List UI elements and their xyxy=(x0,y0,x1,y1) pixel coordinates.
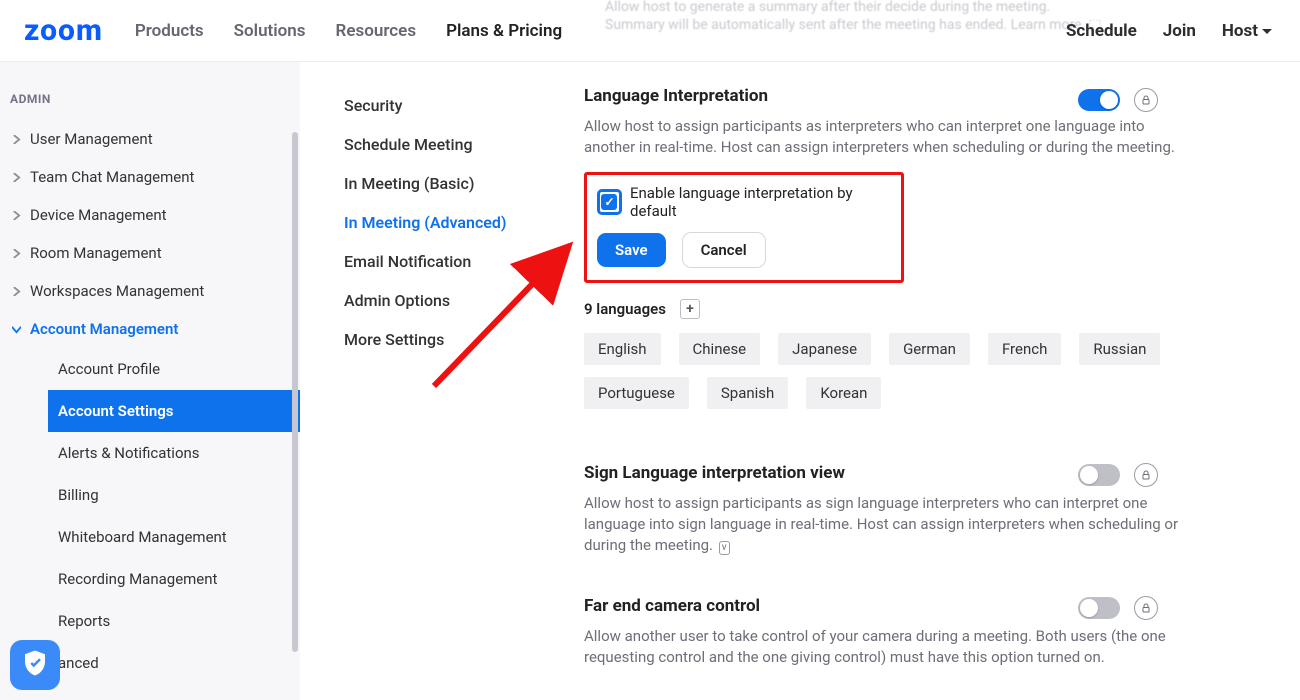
nav-products[interactable]: Products xyxy=(135,21,204,41)
sidebar-item-label: Room Management xyxy=(30,244,162,262)
sidebar-item-label: User Management xyxy=(30,130,153,148)
chevron-down-icon xyxy=(10,325,22,334)
subnav-billing[interactable]: Billing xyxy=(48,474,300,516)
tab-email-notification[interactable]: Email Notification xyxy=(344,242,584,281)
lock-icon[interactable] xyxy=(1134,88,1158,112)
admin-sidebar: ADMIN User Management Team Chat Manageme… xyxy=(0,62,300,700)
privacy-shield-badge[interactable] xyxy=(10,640,60,690)
top-navbar: Allow host to generate a summary after t… xyxy=(0,0,1300,62)
lock-icon[interactable] xyxy=(1134,596,1158,620)
chevron-right-icon xyxy=(10,211,22,220)
languages-count-label: 9 languages xyxy=(584,300,666,318)
subnav-recording-management[interactable]: Recording Management xyxy=(48,558,300,600)
setting-far-end-camera-control: Far end camera control Allow another use… xyxy=(584,596,1190,668)
subnav-alerts-notifications[interactable]: Alerts & Notifications xyxy=(48,432,300,474)
nav-plans-pricing[interactable]: Plans & Pricing xyxy=(446,21,562,41)
subnav-whiteboard-management[interactable]: Whiteboard Management xyxy=(48,516,300,558)
sidebar-item-label: Workspaces Management xyxy=(30,282,204,300)
tab-in-meeting-advanced[interactable]: In Meeting (Advanced) xyxy=(344,203,584,242)
setting-description: Allow host to assign participants as int… xyxy=(584,116,1190,158)
nav-join[interactable]: Join xyxy=(1163,21,1196,41)
language-chip[interactable]: English xyxy=(584,333,661,365)
setting-description: Allow another user to take control of yo… xyxy=(584,626,1190,668)
language-chip[interactable]: Russian xyxy=(1079,333,1160,365)
zoom-logo[interactable]: zoom xyxy=(24,13,103,48)
info-badge-icon: v xyxy=(719,541,730,555)
subnav-account-settings[interactable]: Account Settings xyxy=(48,390,300,432)
sidebar-item-label: Team Chat Management xyxy=(30,168,194,186)
sidebar-item-workspaces-management[interactable]: Workspaces Management xyxy=(0,272,300,310)
tab-security[interactable]: Security xyxy=(344,86,584,125)
add-language-button[interactable]: + xyxy=(680,299,700,319)
chevron-right-icon xyxy=(10,249,22,258)
setting-sign-language-interpretation: Sign Language interpretation view Allow … xyxy=(584,463,1190,556)
nav-right: Schedule Join Host xyxy=(1066,21,1272,41)
sidebar-item-user-management[interactable]: User Management xyxy=(0,120,300,158)
sidebar-scrollbar[interactable] xyxy=(292,132,298,652)
language-chip[interactable]: French xyxy=(988,333,1061,365)
sidebar-item-device-management[interactable]: Device Management xyxy=(0,196,300,234)
tab-schedule-meeting[interactable]: Schedule Meeting xyxy=(344,125,584,164)
language-chip[interactable]: German xyxy=(889,333,970,365)
shield-check-icon xyxy=(20,648,50,682)
cancel-button[interactable]: Cancel xyxy=(682,232,766,268)
language-chip[interactable]: Japanese xyxy=(778,333,871,365)
nav-schedule[interactable]: Schedule xyxy=(1066,21,1137,41)
toggle-sign-language[interactable] xyxy=(1078,464,1120,486)
tab-in-meeting-basic[interactable]: In Meeting (Basic) xyxy=(344,164,584,203)
language-chip[interactable]: Chinese xyxy=(679,333,761,365)
settings-detail-column: Language Interpretation Allow host to as… xyxy=(584,86,1280,700)
account-management-subnav: Account Profile Account Settings Alerts … xyxy=(0,348,300,684)
setting-language-interpretation: Language Interpretation Allow host to as… xyxy=(584,86,1190,409)
nav-resources[interactable]: Resources xyxy=(336,21,417,41)
nav-host-dropdown[interactable]: Host xyxy=(1222,21,1272,41)
annotation-highlight-box: ✓ Enable language interpretation by defa… xyxy=(584,172,904,283)
language-chip[interactable]: Spanish xyxy=(707,377,788,409)
subnav-account-profile[interactable]: Account Profile xyxy=(48,348,300,390)
chevron-right-icon xyxy=(10,135,22,144)
language-chip[interactable]: Portuguese xyxy=(584,377,689,409)
tab-more-settings[interactable]: More Settings xyxy=(344,320,584,359)
language-chip-list: English Chinese Japanese German French R… xyxy=(584,333,1190,409)
nav-solutions[interactable]: Solutions xyxy=(234,21,306,41)
check-icon: ✓ xyxy=(601,194,617,210)
settings-tab-column: Security Schedule Meeting In Meeting (Ba… xyxy=(344,86,584,700)
sidebar-item-team-chat-management[interactable]: Team Chat Management xyxy=(0,158,300,196)
subnav-advanced-truncated[interactable]: anced xyxy=(48,642,300,684)
chevron-right-icon xyxy=(10,173,22,182)
checkbox-enable-default[interactable]: ✓ xyxy=(597,189,622,215)
sidebar-item-label: Device Management xyxy=(30,206,167,224)
subnav-reports[interactable]: Reports xyxy=(48,600,300,642)
checkbox-label: Enable language interpretation by defaul… xyxy=(630,184,889,220)
language-chip[interactable]: Korean xyxy=(806,377,881,409)
settings-content: Security Schedule Meeting In Meeting (Ba… xyxy=(300,62,1300,700)
nav-links: Products Solutions Resources Plans & Pri… xyxy=(135,21,562,41)
sidebar-item-label: Account Management xyxy=(30,320,178,338)
toggle-language-interpretation[interactable] xyxy=(1078,89,1120,111)
lock-icon[interactable] xyxy=(1134,463,1158,487)
sidebar-item-room-management[interactable]: Room Management xyxy=(0,234,300,272)
toggle-far-end-camera[interactable] xyxy=(1078,597,1120,619)
setting-description: Allow host to assign participants as sig… xyxy=(584,493,1190,556)
chevron-right-icon xyxy=(10,287,22,296)
sidebar-section-admin: ADMIN xyxy=(0,80,300,120)
tab-admin-options[interactable]: Admin Options xyxy=(344,281,584,320)
save-button[interactable]: Save xyxy=(597,233,666,267)
sidebar-item-account-management[interactable]: Account Management xyxy=(0,310,300,348)
